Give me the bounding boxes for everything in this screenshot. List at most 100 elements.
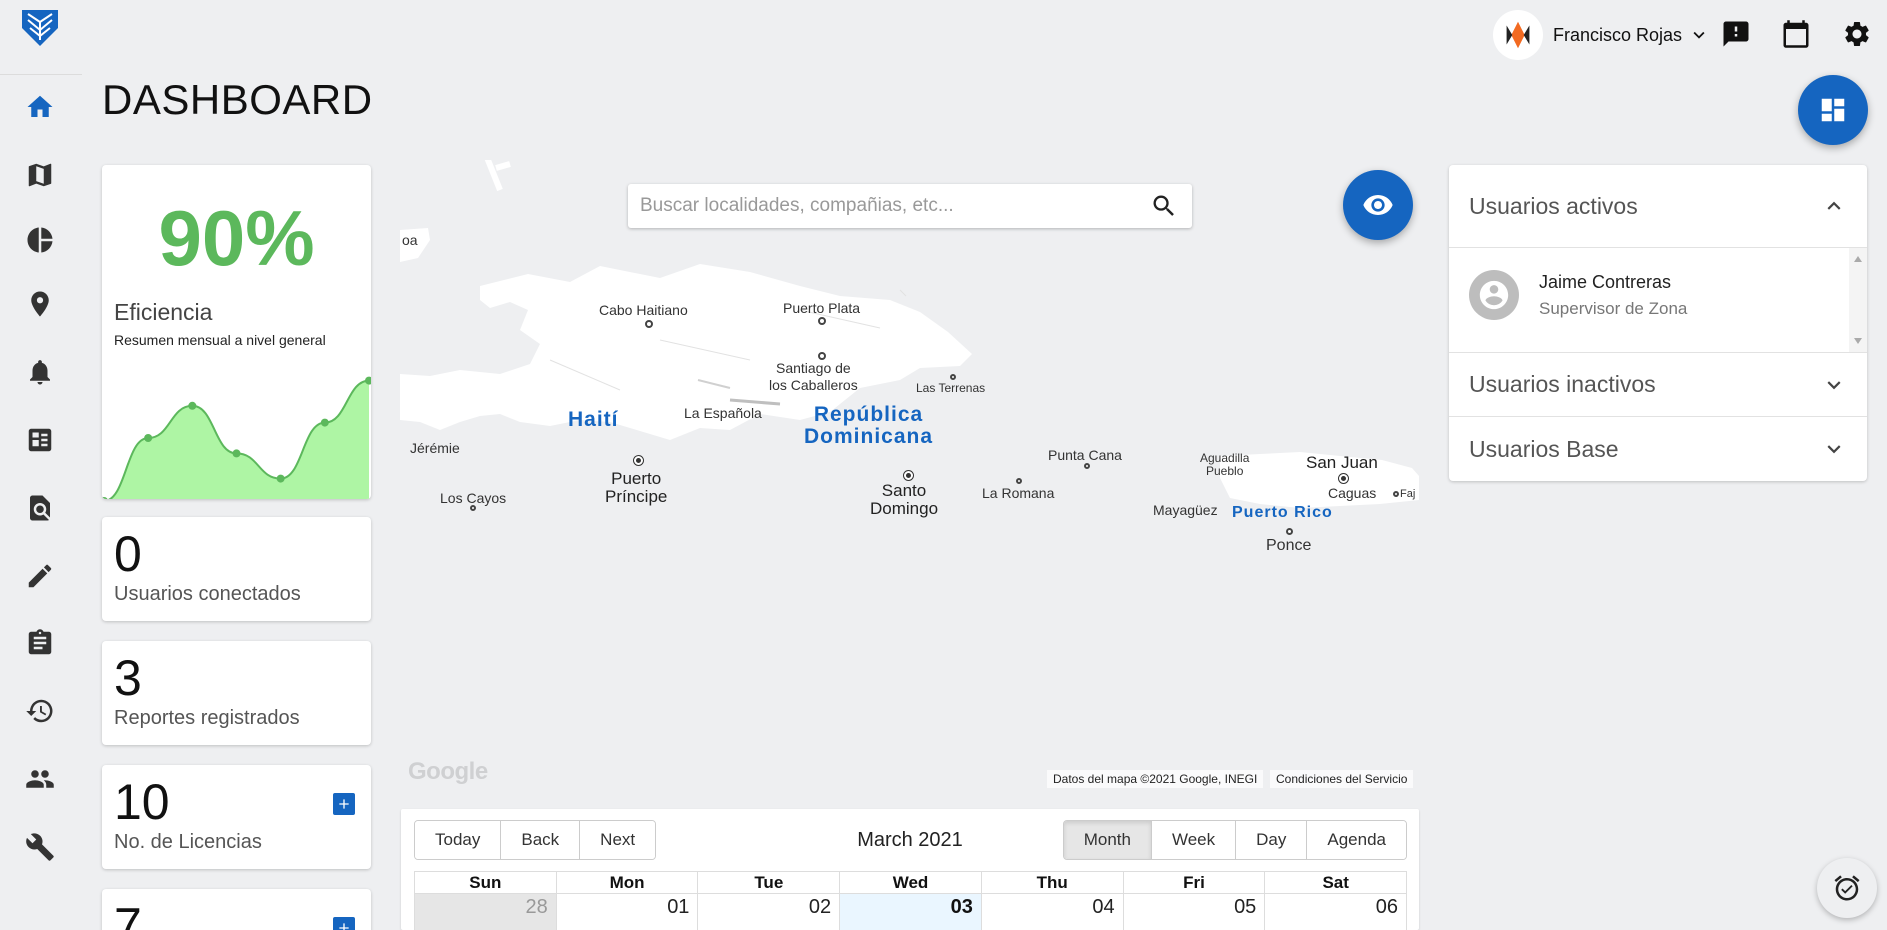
calendar-nav: Today Back Next <box>414 820 657 860</box>
user-menu[interactable]: Francisco Rojas <box>1493 10 1710 60</box>
day-view-button[interactable]: Day <box>1236 821 1308 859</box>
clipboard-icon[interactable] <box>22 625 58 661</box>
efficiency-label: Eficiencia <box>114 299 213 325</box>
scroll-down-arrow[interactable] <box>1854 338 1862 344</box>
back-button[interactable]: Back <box>501 821 581 859</box>
list-scrollbar[interactable] <box>1849 248 1867 352</box>
user-name: Francisco Rojas <box>1553 24 1683 45</box>
calendar-day-cell[interactable]: 02 <box>697 894 839 930</box>
calendar-day-cell[interactable]: 28 <box>414 894 556 930</box>
map-label: Caguas <box>1328 485 1377 501</box>
stat-label: No. de Licencias <box>114 831 262 853</box>
stat-card-licenses: 10 No. de Licencias <box>102 765 371 869</box>
calendar-icon[interactable] <box>1778 16 1814 52</box>
alarm-button[interactable] <box>1817 858 1877 918</box>
map-city-dot <box>950 374 956 380</box>
weekday-label: Tue <box>697 872 839 894</box>
today-button[interactable]: Today <box>415 821 502 859</box>
map-city-label: Puerto Príncipe <box>605 469 668 506</box>
active-users-accordion[interactable]: Usuarios activos <box>1449 165 1867 248</box>
next-button[interactable]: Next <box>580 821 656 859</box>
add-license-button[interactable] <box>333 793 355 815</box>
agenda-view-button[interactable]: Agenda <box>1307 821 1406 859</box>
calendar-day-cell[interactable]: 04 <box>980 894 1123 930</box>
month-view-button[interactable]: Month <box>1063 821 1152 859</box>
efficiency-value: 90% <box>158 194 315 282</box>
map-icon[interactable] <box>22 157 58 193</box>
chevron-down-icon <box>1693 31 1705 39</box>
settings-gear-icon[interactable] <box>1839 16 1875 52</box>
efficiency-card: 90% Eficiencia Resumen mensual a nivel g… <box>102 165 371 499</box>
calendar-day-cell[interactable]: 06 <box>1264 894 1408 930</box>
visibility-button[interactable] <box>1343 170 1413 240</box>
sparkline-point <box>144 434 153 442</box>
map-label: Faj <box>1400 488 1416 500</box>
map-label: Los Cayos <box>440 490 507 506</box>
map-label: Puerto Plata <box>783 300 861 316</box>
stat-card-connected: 0 Usuarios conectados <box>102 517 371 621</box>
map-country-label: República Dominicana <box>804 403 934 448</box>
map-attribution: Datos del mapa ©2021 Google, INEGI <box>1047 770 1264 788</box>
pie-chart-icon[interactable] <box>22 222 58 258</box>
app-logo[interactable] <box>18 6 62 50</box>
search-input[interactable] <box>628 184 1150 228</box>
checklist-icon[interactable] <box>22 422 58 458</box>
people-icon[interactable] <box>22 761 58 797</box>
wrench-icon[interactable] <box>22 829 58 865</box>
weekday-label: Fri <box>1122 872 1265 894</box>
history-icon[interactable] <box>22 693 58 729</box>
efficiency-sparkline <box>102 376 371 499</box>
stat-card-reports: 3 Reportes registrados <box>102 641 371 745</box>
dashboard-layout-button[interactable] <box>1798 75 1868 145</box>
feedback-icon[interactable] <box>1718 16 1754 52</box>
base-users-accordion[interactable]: Usuarios Base <box>1449 417 1867 481</box>
calendar-week-row: 28 01 02 03 04 05 06 <box>414 893 1408 930</box>
map-city-dot <box>1084 463 1090 469</box>
map-label: La Española <box>684 405 762 421</box>
chevron-down-icon <box>1827 380 1841 389</box>
accordion-title: Usuarios activos <box>1469 192 1638 219</box>
search-icon[interactable] <box>1150 192 1178 220</box>
weekday-label: Sun <box>414 872 556 894</box>
active-users-list: Jaime Contreras Supervisor de Zona <box>1449 248 1867 353</box>
sparkline-point <box>102 497 108 499</box>
week-view-button[interactable]: Week <box>1151 821 1237 859</box>
map-search[interactable] <box>628 184 1192 228</box>
map-capital-dot <box>634 456 643 465</box>
search-document-icon[interactable] <box>22 490 58 526</box>
calendar-day-cell[interactable]: 05 <box>1122 894 1265 930</box>
add-button[interactable] <box>333 917 355 930</box>
user-list-item[interactable]: Jaime Contreras Supervisor de Zona <box>1469 270 1687 320</box>
map-view[interactable]: oa Cabo Haitiano Puerto Plata Santiago d… <box>400 160 1419 792</box>
map-label: Cabo Haitiano <box>599 302 688 318</box>
pencil-icon[interactable] <box>22 558 58 594</box>
map-terms-link[interactable]: Condiciones del Servicio <box>1270 770 1414 788</box>
stat-card-extra: 7 <box>102 889 371 930</box>
scroll-up-arrow[interactable] <box>1854 256 1862 262</box>
chevron-down-icon <box>1827 445 1841 454</box>
eye-icon <box>1363 195 1393 215</box>
calendar-weekday-header: Sun Mon Tue Wed Thu Fri Sat <box>414 871 1408 894</box>
sparkline-point <box>320 418 329 427</box>
accordion-title: Usuarios inactivos <box>1469 371 1656 397</box>
map-city-dot <box>1286 528 1293 535</box>
calendar-day-cell-today[interactable]: 03 <box>839 894 981 930</box>
sidebar <box>0 0 82 930</box>
plus-icon <box>339 799 349 809</box>
user-avatar <box>1493 10 1543 60</box>
map-city-dot <box>1393 491 1399 497</box>
stat-label: Reportes registrados <box>114 707 300 729</box>
weekday-label: Mon <box>555 872 698 894</box>
home-icon[interactable] <box>22 89 58 125</box>
bell-icon[interactable] <box>22 354 58 390</box>
sparkline-point <box>188 401 197 410</box>
location-pin-icon[interactable] <box>22 286 58 322</box>
weekday-label: Wed <box>839 872 981 894</box>
weekday-label: Sat <box>1264 872 1408 894</box>
map-label: Mayagüez <box>1153 502 1218 518</box>
calendar-day-cell[interactable]: 01 <box>555 894 698 930</box>
map-city-dot <box>1016 478 1022 484</box>
inactive-users-accordion[interactable]: Usuarios inactivos <box>1449 353 1867 417</box>
alarm-clock-icon <box>1834 875 1860 901</box>
map-city-dot <box>470 505 476 511</box>
